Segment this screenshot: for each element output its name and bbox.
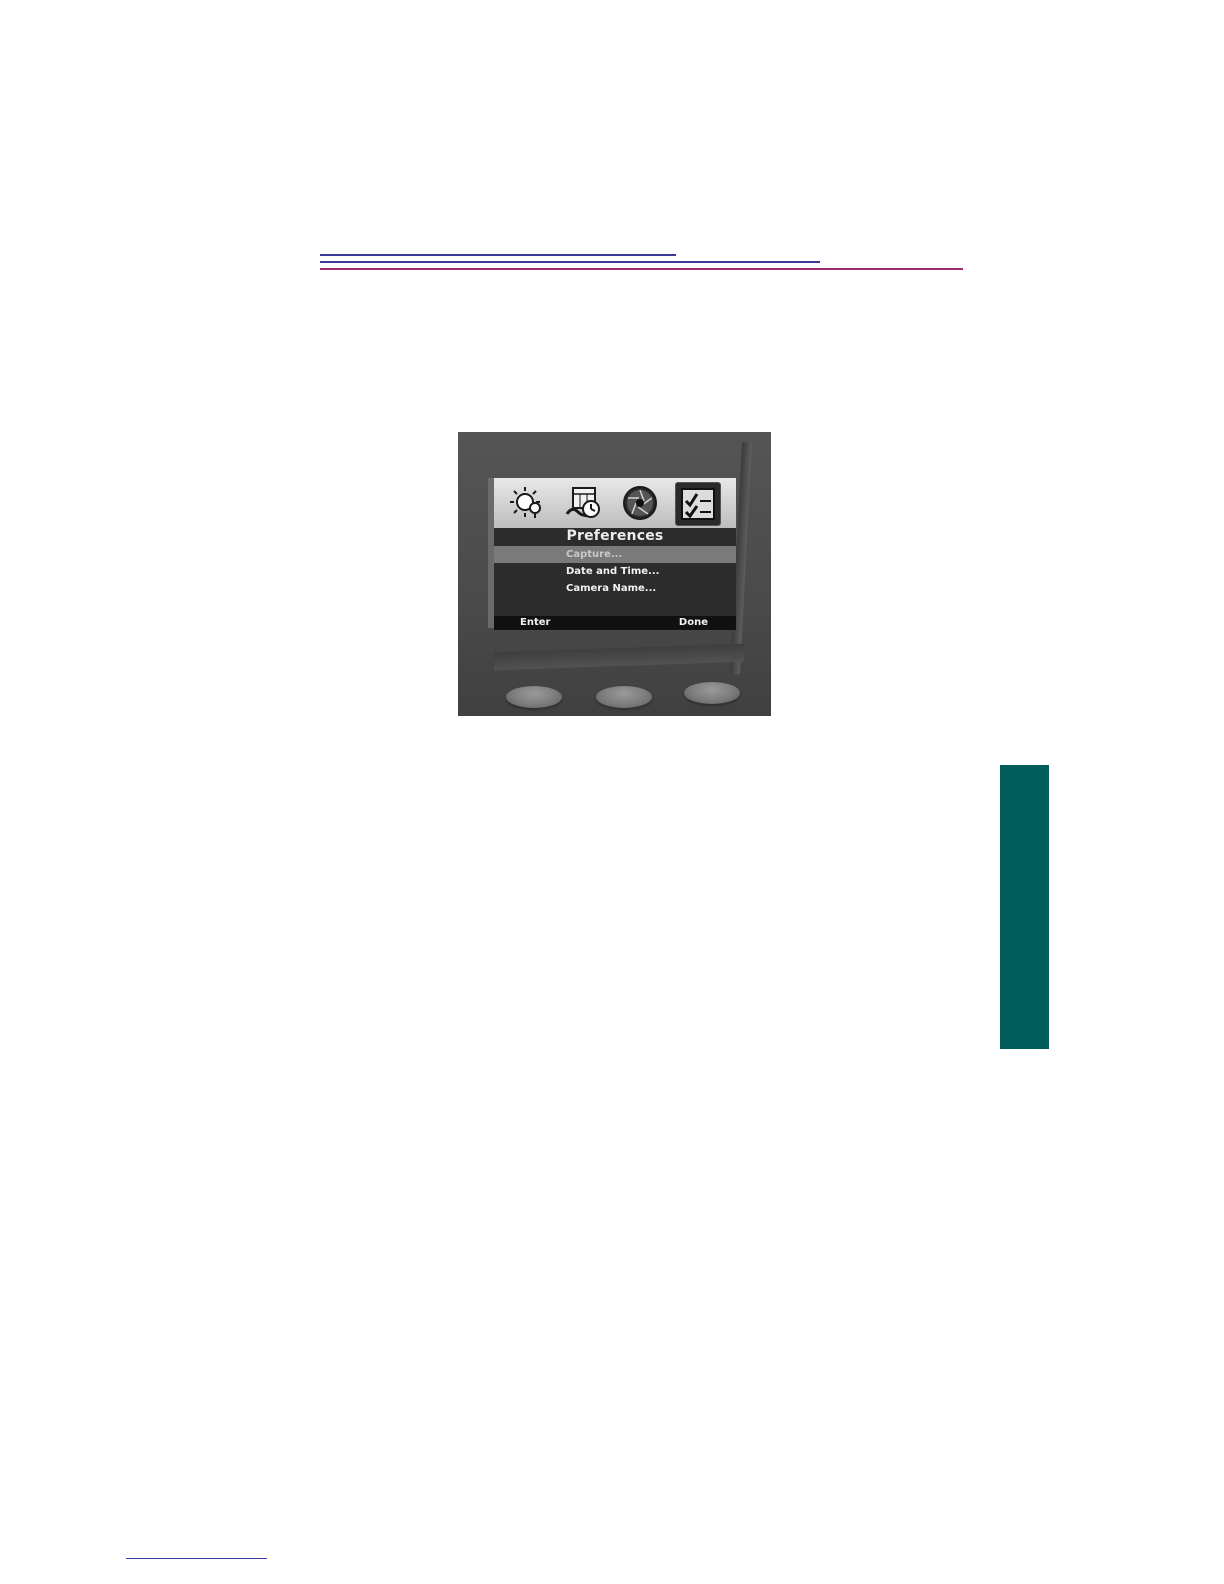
menu-item-camera-name[interactable]: Camera Name...: [494, 580, 736, 597]
header-rule-2: [320, 261, 820, 263]
camera-bezel-bottom: [494, 643, 744, 671]
menu-list: Capture... Date and Time... Camera Name.…: [494, 546, 736, 597]
right-softkey-button[interactable]: [684, 682, 740, 704]
tab-date-time[interactable]: [562, 482, 606, 524]
softkey-enter-label: Enter: [520, 617, 551, 628]
aperture-icon: [623, 486, 657, 520]
footer-rule: [126, 1558, 267, 1559]
preferences-checklist-icon: [681, 488, 715, 520]
middle-softkey-button[interactable]: [596, 686, 652, 708]
menu-title: Preferences: [566, 528, 664, 544]
light-meter-icon: [510, 487, 541, 518]
camera-back-figure: Preferences Capture... Date and Time... …: [458, 432, 771, 716]
tab-light-meter[interactable]: [506, 482, 550, 524]
softkey-bar: Enter Done: [494, 616, 736, 630]
menu-item-capture[interactable]: Capture...: [494, 546, 736, 563]
chapter-side-tab: [1000, 765, 1049, 1049]
softkey-done-label: Done: [678, 617, 708, 628]
calendar-clock-icon: [565, 487, 600, 518]
header-rule-3: [320, 268, 963, 270]
menu-tab-bar: [494, 478, 736, 528]
menu-item-date-time[interactable]: Date and Time...: [494, 563, 736, 580]
camera-lcd-screen: Preferences Capture... Date and Time... …: [494, 478, 736, 630]
tab-capture[interactable]: [618, 482, 662, 524]
left-softkey-button[interactable]: [506, 686, 562, 708]
tab-preferences[interactable]: [675, 482, 721, 526]
header-rule-1: [320, 254, 676, 256]
